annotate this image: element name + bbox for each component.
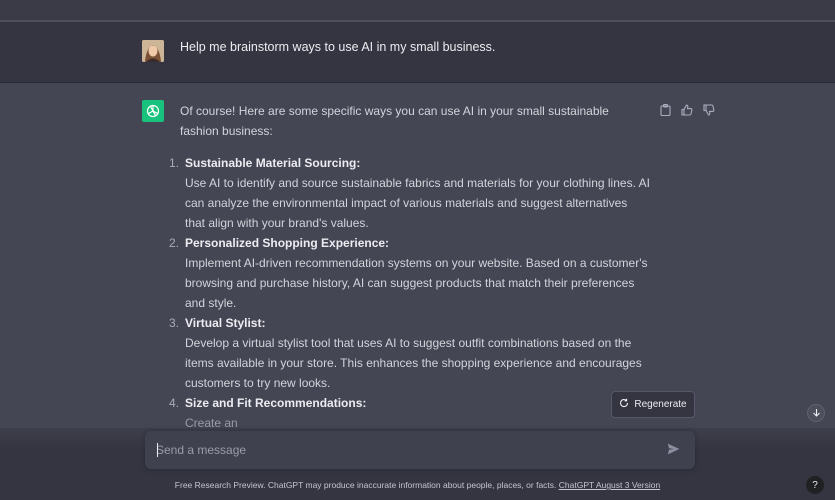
item-number: 4. — [169, 396, 180, 410]
item-number: 3. — [169, 316, 180, 330]
suggestion-list: 1. Sustainable Material Sourcing: Use AI… — [169, 153, 650, 433]
arrow-down-icon — [812, 404, 821, 422]
regenerate-button[interactable]: Regenerate — [611, 391, 695, 418]
item-number: 2. — [169, 236, 180, 250]
message-input[interactable] — [156, 442, 636, 458]
thumbs-down-icon[interactable] — [701, 102, 717, 118]
assistant-message-text: Of course! Here are some specific ways y… — [169, 101, 650, 433]
item-body: Implement AI-driven recommendation syste… — [185, 256, 648, 310]
list-item: 2. Personalized Shopping Experience: Imp… — [169, 233, 650, 313]
help-label: ? — [812, 479, 818, 491]
item-title: Sustainable Material Sourcing: — [185, 156, 361, 170]
list-item: 4. Size and Fit Recommendations: Create … — [169, 393, 650, 433]
user-avatar — [142, 40, 164, 62]
item-body: Use AI to identify and source sustainabl… — [185, 176, 650, 230]
top-strip — [0, 0, 835, 20]
disclaimer-text: Free Research Preview. ChatGPT may produ… — [174, 480, 559, 490]
item-body: Develop a virtual stylist tool that uses… — [185, 336, 642, 390]
version-link[interactable]: ChatGPT August 3 Version — [559, 480, 660, 490]
scroll-down-button[interactable] — [807, 404, 825, 422]
list-item: 1. Sustainable Material Sourcing: Use AI… — [169, 153, 650, 233]
disclaimer-footer: Free Research Preview. ChatGPT may produ… — [0, 480, 835, 490]
item-title: Size and Fit Recommendations: — [185, 396, 367, 410]
thumbs-up-icon[interactable] — [679, 102, 695, 118]
refresh-icon — [619, 398, 629, 411]
help-button[interactable]: ? — [806, 476, 824, 494]
item-title: Personalized Shopping Experience: — [185, 236, 390, 250]
message-actions — [657, 102, 717, 118]
chatgpt-logo-icon — [142, 100, 164, 122]
send-icon — [667, 442, 680, 460]
item-number: 1. — [169, 156, 180, 170]
message-composer — [145, 431, 695, 469]
clipboard-icon[interactable] — [657, 102, 673, 118]
send-button[interactable] — [663, 442, 683, 460]
text-caret — [157, 443, 158, 457]
list-item: 3. Virtual Stylist: Develop a virtual st… — [169, 313, 650, 393]
reply-intro: Of course! Here are some specific ways y… — [180, 104, 609, 138]
regenerate-label: Regenerate — [634, 399, 687, 410]
user-message-text: Help me brainstorm ways to use AI in my … — [180, 40, 496, 54]
item-title: Virtual Stylist: — [185, 316, 266, 330]
